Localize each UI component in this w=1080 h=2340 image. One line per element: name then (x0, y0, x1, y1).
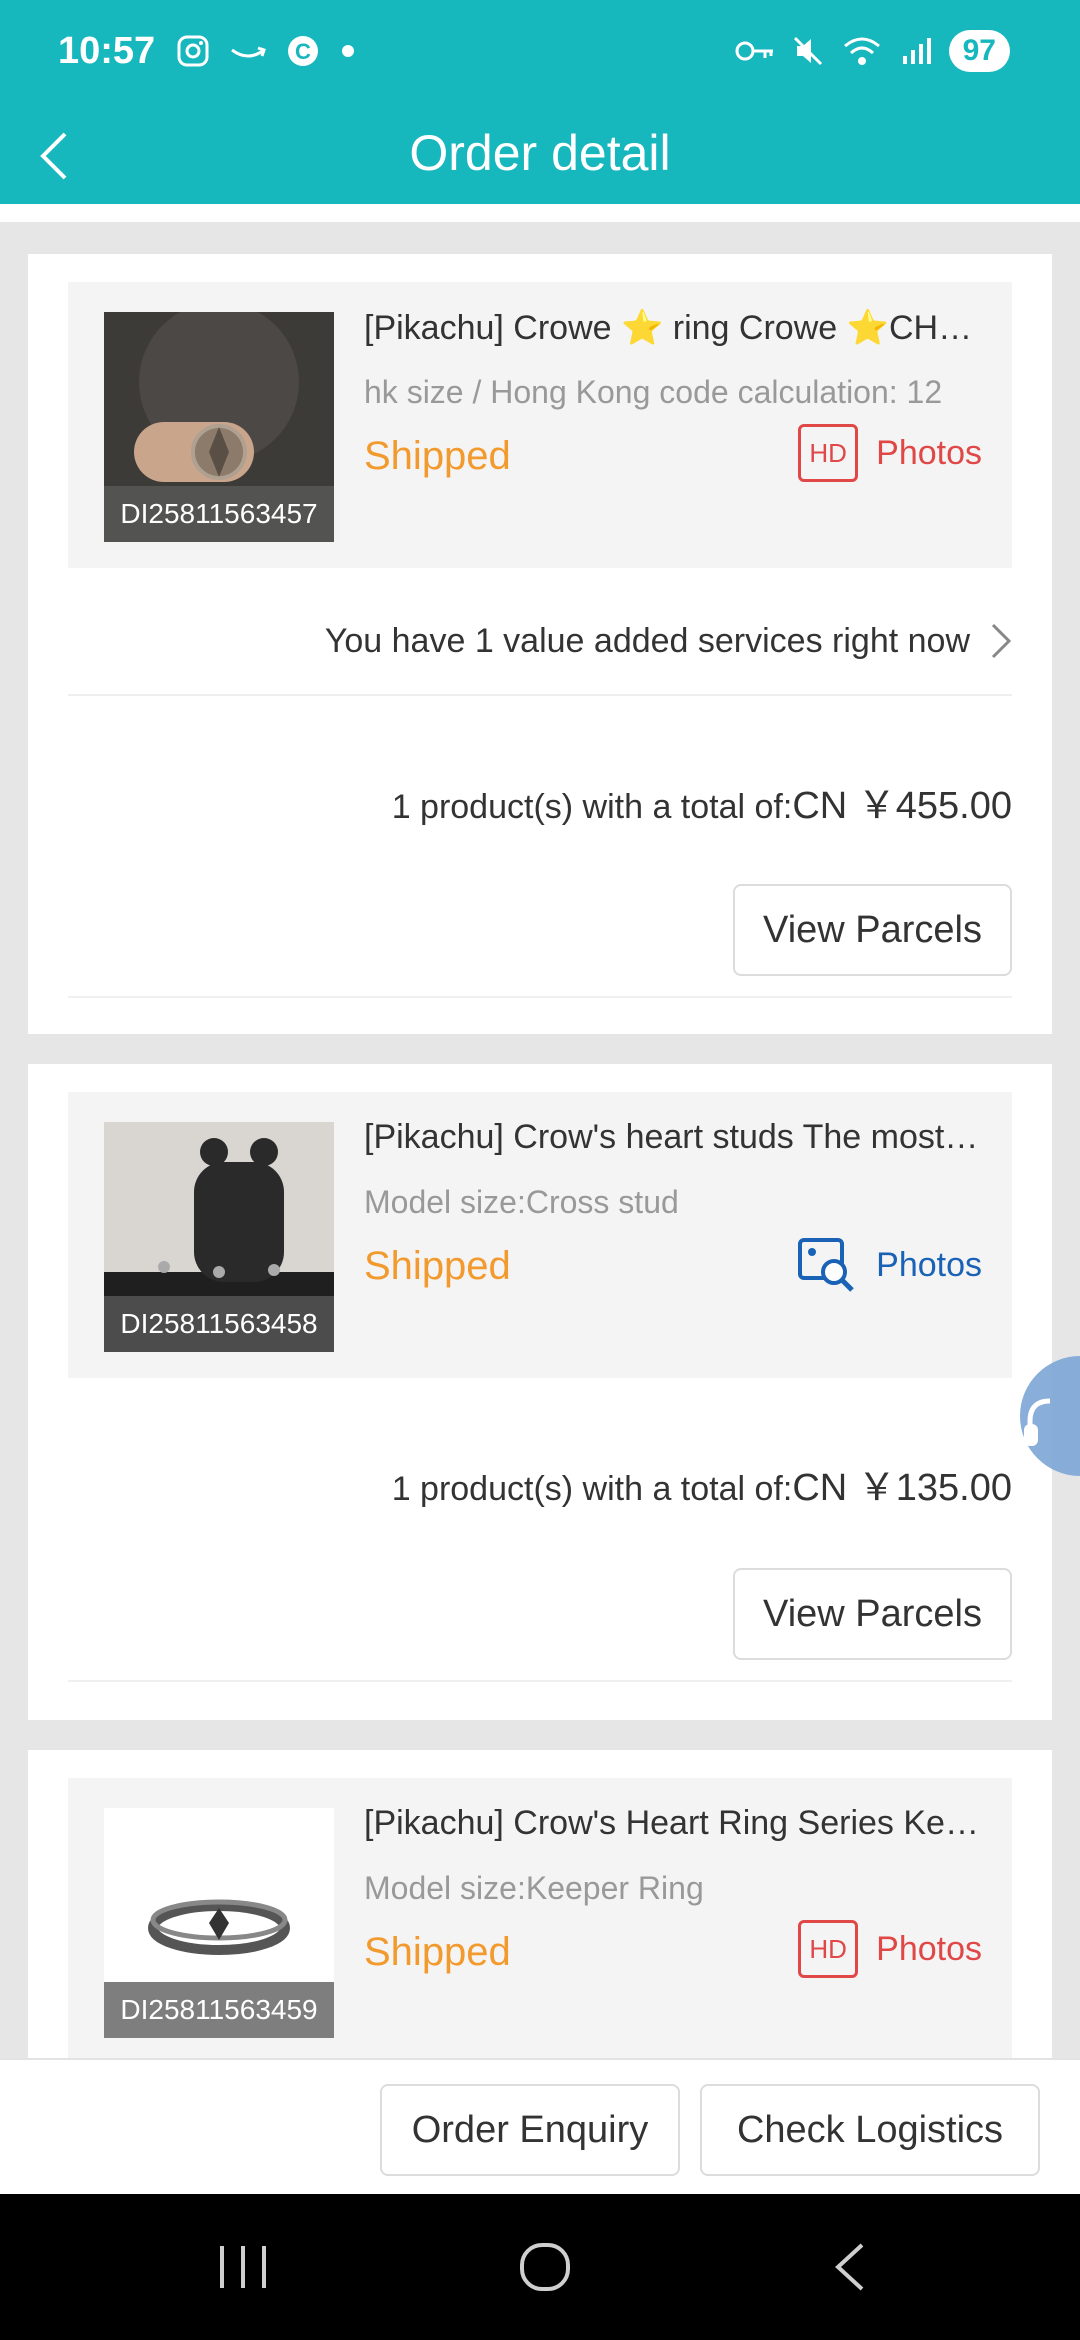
status-left-icons: C (176, 34, 358, 68)
top-spacer (0, 204, 1080, 222)
photo-search-icon (798, 1238, 854, 1292)
order-code-label: DI25811563459 (104, 1982, 334, 2038)
order-list[interactable]: DI25811563457 [Pikachu] Crowe ⭐ ring Cro… (0, 204, 1080, 2058)
status-right-icons: 97 (735, 30, 1010, 72)
order-total: 1 product(s) with a total of:CN ￥455.00 (68, 774, 1012, 829)
hd-icon: HD (798, 1920, 859, 1978)
product-title[interactable]: [Pikachu] Crow's Heart Ring Series Keepe… (364, 1804, 984, 1843)
divider (68, 996, 1012, 998)
photos-label: Photos (876, 1245, 982, 1284)
signal-icon (902, 38, 931, 64)
product-size: Model size:Keeper Ring (364, 1870, 704, 1906)
photos-label: Photos (876, 1929, 982, 1968)
order-card: DI25811563458 [Pikachu] Crow's heart stu… (28, 1064, 1052, 1720)
total-prefix: 1 product(s) with a total of: (391, 1470, 793, 1508)
home-icon[interactable] (518, 2242, 572, 2292)
status-bar: 10:57 C 97 (0, 0, 1080, 108)
vpn-key-icon (735, 41, 773, 61)
amazon-icon (231, 46, 266, 58)
status-time: 10:57 (58, 30, 156, 72)
product-thumbnail[interactable]: DI25811563458 (104, 1122, 334, 1352)
bottom-action-bar: Order Enquiry Check Logistics (0, 2058, 1080, 2194)
mute-icon (793, 36, 822, 66)
order-item[interactable]: DI25811563458 [Pikachu] Crow's heart stu… (68, 1092, 1012, 1378)
hd-icon: HD (798, 424, 859, 482)
product-thumbnail[interactable]: DI25811563459 (104, 1808, 334, 2038)
order-code-label: DI25811563458 (104, 1296, 334, 1352)
order-card: DI25811563457 [Pikachu] Crowe ⭐ ring Cro… (28, 254, 1052, 1034)
recent-apps-icon[interactable] (216, 2242, 270, 2292)
photos-label: Photos (876, 433, 982, 472)
order-card: DI25811563459 [Pikachu] Crow's Heart Rin… (28, 1750, 1052, 2058)
instagram-icon (177, 35, 209, 67)
order-item[interactable]: DI25811563459 [Pikachu] Crow's Heart Rin… (68, 1778, 1012, 2058)
wifi-icon (843, 37, 880, 65)
product-title[interactable]: [Pikachu] Crowe ⭐ ring Crowe ⭐CHROME HEA… (364, 308, 984, 348)
order-total: 1 product(s) with a total of:CN ￥135.00 (68, 1456, 1012, 1511)
product-size: Model size:Cross stud (364, 1184, 679, 1220)
shipping-status: Shipped (364, 1930, 511, 1974)
headset-icon (1024, 1398, 1051, 1446)
vas-text: You have 1 value added services right no… (324, 621, 970, 660)
back-nav-icon[interactable] (830, 2242, 870, 2292)
product-title[interactable]: [Pikachu] Crow's heart studs The most cl… (364, 1118, 984, 1157)
divider (68, 1680, 1012, 1682)
svg-text:C: C (295, 39, 311, 64)
view-parcels-button[interactable]: View Parcels (733, 1568, 1012, 1660)
total-prefix: 1 product(s) with a total of: (391, 788, 793, 826)
battery-indicator: 97 (948, 30, 1010, 72)
chevron-right-icon (991, 623, 1012, 659)
total-amount: CN ￥455.00 (792, 785, 1012, 827)
page-title: Order detail (409, 125, 671, 181)
customer-service-button[interactable] (1020, 1356, 1080, 1476)
order-item[interactable]: DI25811563457 [Pikachu] Crowe ⭐ ring Cro… (68, 282, 1012, 568)
value-added-services-row[interactable]: You have 1 value added services right no… (68, 588, 1012, 696)
photos-button[interactable]: HD Photos (798, 1920, 982, 1978)
c-app-icon: C (288, 36, 318, 66)
system-nav-bar (0, 2194, 1080, 2340)
shipping-status: Shipped (364, 434, 511, 478)
notification-dot-icon (342, 45, 354, 57)
check-logistics-button[interactable]: Check Logistics (700, 2084, 1040, 2176)
order-enquiry-button[interactable]: Order Enquiry (380, 2084, 680, 2176)
app-header: Order detail (0, 108, 1080, 204)
view-parcels-button[interactable]: View Parcels (733, 884, 1012, 976)
total-amount: CN ￥135.00 (792, 1467, 1012, 1509)
product-thumbnail[interactable]: DI25811563457 (104, 312, 334, 542)
order-code-label: DI25811563457 (104, 486, 334, 542)
shipping-status: Shipped (364, 1244, 511, 1288)
photos-button[interactable]: Photos (796, 1234, 982, 1296)
photos-button[interactable]: HD Photos (798, 424, 982, 482)
product-size: hk size / Hong Kong code calculation: 12 (364, 374, 943, 410)
